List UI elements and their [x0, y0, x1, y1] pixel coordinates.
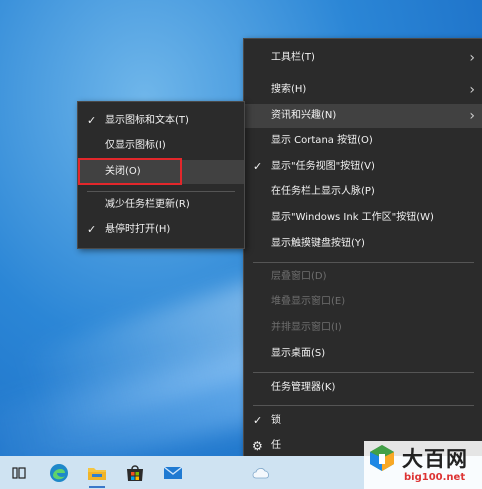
menu-item-stack-windows: 堆叠显示窗口(E)	[244, 290, 482, 314]
menu-item-label: 任务管理器(K)	[271, 382, 336, 393]
menu-item-cascade-windows: 层叠窗口(D)	[244, 265, 482, 289]
chevron-right-icon: ›	[469, 82, 475, 98]
menu-separator	[253, 372, 474, 373]
submenu-item-show-icon-only[interactable]: 仅显示图标(I)	[78, 134, 244, 158]
menu-item-label: 显示"Windows Ink 工作区"按钮(W)	[271, 212, 434, 223]
highlight-box	[78, 158, 182, 185]
mail-icon	[163, 465, 183, 479]
store-button[interactable]	[120, 456, 150, 489]
menu-item-label: 任	[271, 440, 281, 451]
menu-item-label: 工具栏(T)	[271, 52, 315, 63]
menu-separator	[253, 262, 474, 263]
menu-item-show-desktop[interactable]: 显示桌面(S)	[244, 342, 482, 366]
menu-item-label: 层叠窗口(D)	[271, 271, 327, 282]
menu-item-label: 锁	[271, 415, 281, 426]
task-view-button[interactable]	[4, 456, 34, 489]
menu-item-label: 显示触摸键盘按钮(Y)	[271, 238, 365, 249]
menu-item-label: 资讯和兴趣(N)	[271, 110, 337, 121]
folder-icon	[88, 467, 106, 480]
submenu-item-show-icon-and-text[interactable]: ✓ 显示图标和文本(T)	[78, 109, 244, 133]
menu-item-toolbars[interactable]: 工具栏(T) ›	[244, 46, 482, 70]
checkmark-icon: ✓	[253, 414, 263, 427]
menu-separator	[253, 405, 474, 406]
menu-item-label: 悬停时打开(H)	[105, 224, 171, 235]
mail-button[interactable]	[158, 456, 188, 489]
menu-item-show-windows-ink[interactable]: 显示"Windows Ink 工作区"按钮(W)	[244, 206, 482, 230]
submenu-item-reduce-updates[interactable]: 减少任务栏更新(R)	[78, 193, 244, 217]
checkmark-icon: ✓	[87, 223, 97, 236]
watermark-url: big100.net	[404, 472, 466, 483]
edge-icon	[50, 463, 68, 482]
checkmark-icon: ✓	[87, 114, 97, 127]
menu-item-label: 并排显示窗口(I)	[271, 322, 342, 333]
menu-item-label: 显示桌面(S)	[271, 348, 326, 359]
menu-item-show-people[interactable]: 在任务栏上显示人脉(P)	[244, 180, 482, 204]
file-explorer-button[interactable]	[82, 456, 112, 489]
menu-item-label: 显示"任务视图"按钮(V)	[271, 161, 375, 172]
chevron-right-icon: ›	[469, 50, 475, 66]
menu-item-label: 在任务栏上显示人脉(P)	[271, 186, 375, 197]
gear-icon: ⚙	[252, 439, 263, 453]
menu-item-side-by-side: 并排显示窗口(I)	[244, 316, 482, 340]
watermark-title: 大百网	[402, 447, 468, 471]
menu-item-lock-taskbar[interactable]: ✓ 锁	[244, 409, 482, 433]
menu-item-show-touch-keyboard[interactable]: 显示触摸键盘按钮(Y)	[244, 232, 482, 256]
menu-item-label: 搜索(H)	[271, 84, 307, 95]
menu-item-label: 仅显示图标(I)	[105, 140, 166, 151]
menu-item-task-manager[interactable]: 任务管理器(K)	[244, 376, 482, 400]
weather-button[interactable]	[246, 456, 276, 489]
store-icon	[127, 464, 143, 481]
logo-icon	[370, 445, 394, 471]
taskbar-context-menu: 工具栏(T) › 搜索(H) › 资讯和兴趣(N) › 显示 Cortana 按…	[243, 38, 482, 465]
menu-item-label: 减少任务栏更新(R)	[105, 199, 190, 210]
submenu-item-open-on-hover[interactable]: ✓ 悬停时打开(H)	[78, 218, 244, 242]
menu-separator	[87, 191, 235, 192]
chevron-right-icon: ›	[469, 108, 475, 124]
menu-item-news-and-interests[interactable]: 资讯和兴趣(N) ›	[244, 104, 482, 128]
menu-item-label: 显示 Cortana 按钮(O)	[271, 135, 373, 146]
task-view-icon	[12, 466, 26, 479]
site-watermark: 大百网 big100.net	[364, 441, 482, 489]
menu-item-show-task-view[interactable]: ✓ 显示"任务视图"按钮(V)	[244, 155, 482, 179]
menu-item-search[interactable]: 搜索(H) ›	[244, 78, 482, 102]
menu-item-show-cortana[interactable]: 显示 Cortana 按钮(O)	[244, 129, 482, 153]
menu-item-label: 堆叠显示窗口(E)	[271, 296, 346, 307]
menu-item-label: 显示图标和文本(T)	[105, 115, 189, 126]
checkmark-icon: ✓	[253, 160, 263, 173]
cloud-icon	[252, 467, 269, 478]
edge-button[interactable]	[44, 456, 74, 489]
